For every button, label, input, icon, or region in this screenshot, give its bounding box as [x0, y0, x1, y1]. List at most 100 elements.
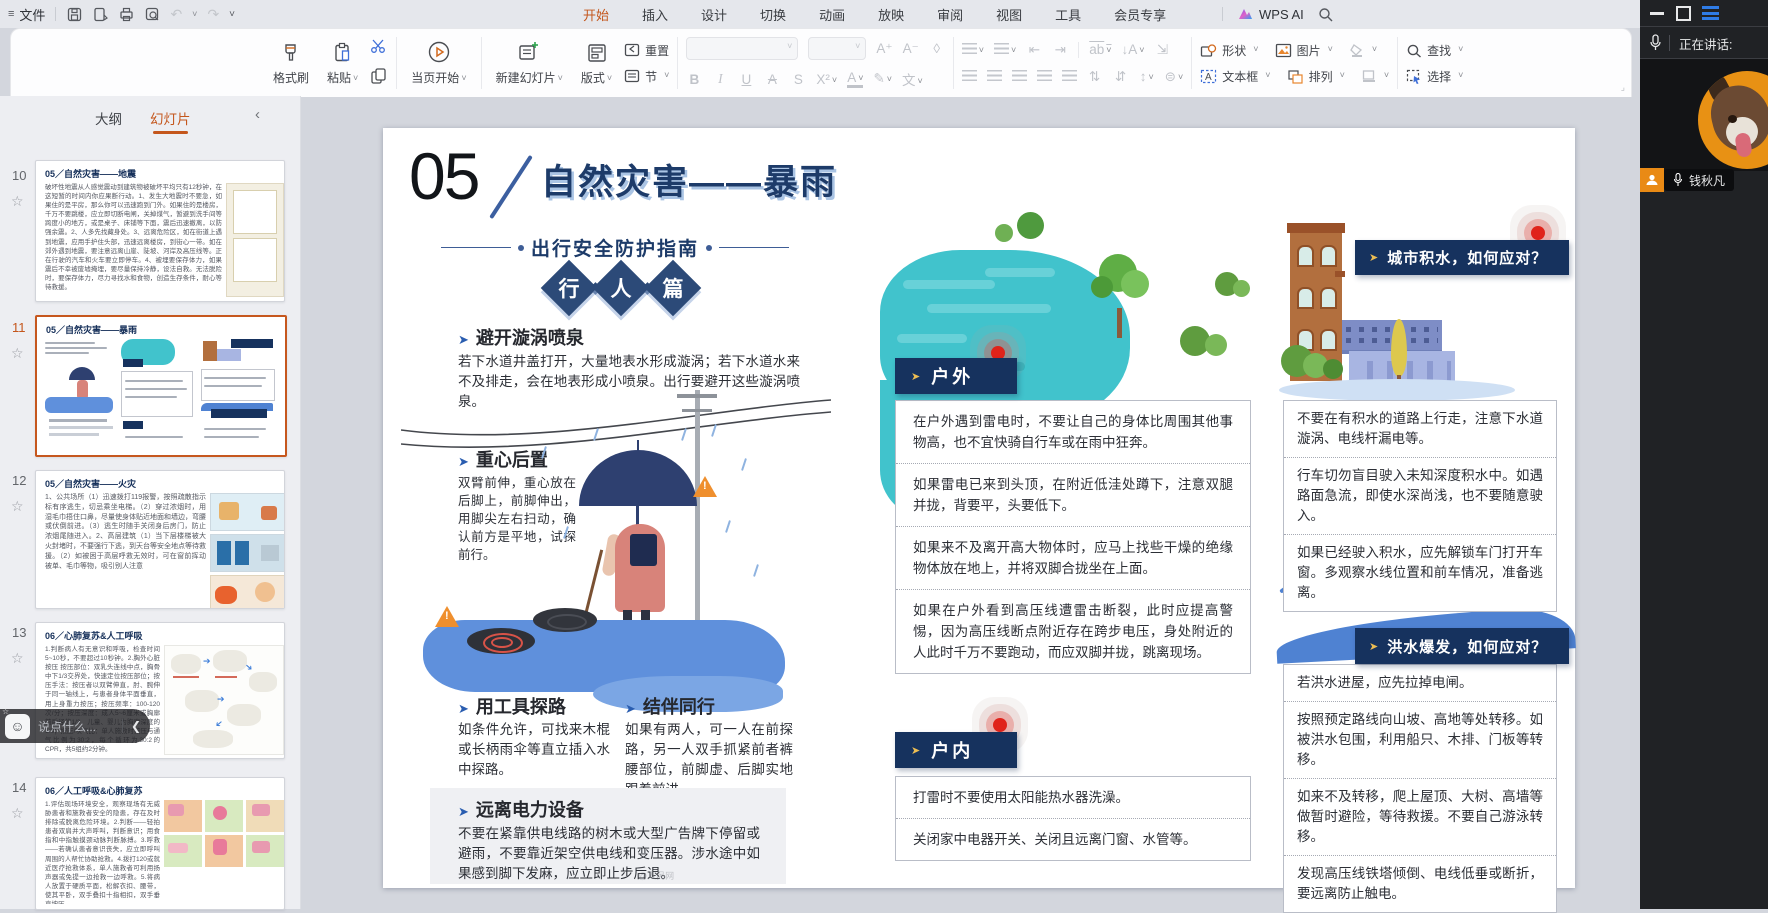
find-button[interactable]: 查找˅ — [1406, 42, 1463, 59]
indoor-box[interactable]: 打雷时不要使用太阳能热水器洗澡。 关闭家中电器开关、关闭且远离门窗、水管等。 — [895, 776, 1251, 861]
char-border-icon[interactable]: A — [764, 72, 780, 87]
font-size-combo[interactable] — [808, 37, 866, 60]
section-body-balance[interactable]: 双臂前伸，重心放在后脚上，前脚伸出，用脚尖左右扫动，确认前方是平地，试探前行。 — [458, 474, 576, 564]
tab-tools[interactable]: 工具 — [1055, 5, 1081, 24]
row-spacing-icon[interactable]: ⇅ — [1087, 69, 1103, 85]
tab-view[interactable]: 视图 — [996, 5, 1022, 24]
city-water-header[interactable]: ➤城市积水，如何应对？ — [1355, 240, 1569, 275]
tab-animation[interactable]: 动画 — [819, 5, 845, 24]
cut-button[interactable] — [370, 38, 388, 59]
bullet-list-icon[interactable]: ˅ — [962, 41, 984, 59]
strikethrough-icon[interactable]: S — [790, 72, 806, 87]
tab-insert[interactable]: 插入 — [642, 5, 668, 24]
export-icon[interactable] — [92, 6, 108, 22]
star-icon[interactable]: ☆ — [11, 805, 24, 822]
tab-slideshow[interactable]: 放映 — [878, 5, 904, 24]
emoji-icon[interactable]: ☺ — [5, 714, 30, 739]
section-button[interactable]: 节˅ — [624, 68, 669, 85]
layout-button[interactable]: 版式˅ — [575, 40, 618, 86]
copy-button[interactable] — [370, 68, 388, 89]
select-button[interactable]: 选择˅ — [1406, 68, 1463, 85]
city-water-box[interactable]: 不要在有积水的道路上行走，注意下水道漩涡、电线杆漏电等。 行车切勿盲目驶入未知深… — [1283, 400, 1557, 612]
maximize-icon[interactable] — [1676, 6, 1691, 21]
play-from-current-button[interactable]: 当页开始˅ — [405, 40, 472, 86]
minimize-icon[interactable] — [1650, 12, 1664, 15]
tab-member[interactable]: 会员专享 — [1114, 5, 1166, 24]
quick-access-caret-icon[interactable]: ˅ — [229, 9, 235, 20]
slide-thumbnail-11-selected[interactable]: 05／自然灾害——暴雨 — [35, 315, 287, 457]
undo-icon[interactable]: ↶ — [170, 6, 182, 23]
section-heading-whirlpool[interactable]: ➤避开漩涡喷泉 — [458, 324, 584, 350]
tab-review[interactable]: 审阅 — [937, 5, 963, 24]
increase-font-icon[interactable]: A⁺ — [876, 41, 892, 57]
outline-frame-button[interactable]: ˅ — [1361, 69, 1389, 83]
text-direction-icon[interactable]: ↓A˅ — [1122, 42, 1145, 57]
paste-button[interactable]: 粘贴˅ — [321, 40, 364, 86]
undo-caret-icon[interactable]: ˅ — [192, 9, 197, 19]
fill-color-button[interactable]: ˅ — [1349, 43, 1377, 57]
collapse-chat-icon[interactable]: ❮ — [122, 719, 141, 733]
tab-outline[interactable]: 大纲 — [95, 108, 122, 128]
slide-canvas[interactable]: 05 自然灾害——暴雨 出行安全防护指南 行 人 篇 ➤避开漩涡喷泉 若下水道井… — [383, 128, 1575, 888]
slide-thumbnail-14[interactable]: 06／人工呼吸&心肺复苏 1.评估现场环境安全，观察现场有无威胁患者和施救者安全… — [35, 777, 285, 910]
section-body-tool[interactable]: 如条件允许，可找来木棍或长柄雨伞等直立插入水中探路。 — [458, 720, 610, 780]
star-icon[interactable]: ☆ — [11, 650, 24, 667]
line-spacing-icon[interactable]: ↕˅ — [1139, 69, 1155, 84]
slide-section-number[interactable]: 05 — [409, 138, 478, 214]
numbered-list-icon[interactable]: ˅ — [994, 41, 1016, 59]
guide-heading[interactable]: 出行安全防护指南 — [441, 234, 789, 261]
file-menu-button[interactable]: ≡ 文件 — [8, 5, 45, 24]
align-right-icon[interactable] — [1012, 68, 1027, 86]
outdoor-header[interactable]: ➤户外 — [895, 358, 1017, 394]
underline-icon[interactable]: U — [738, 72, 754, 87]
bold-icon[interactable]: B — [686, 72, 702, 87]
font-name-combo[interactable] — [686, 37, 798, 60]
column-spacing-icon[interactable]: ⇵ — [1113, 69, 1129, 85]
tab-home[interactable]: 开始 — [583, 5, 609, 24]
picture-button[interactable]: 图片˅ — [1275, 42, 1333, 59]
star-icon[interactable]: ☆ — [11, 345, 24, 362]
decrease-indent-icon[interactable]: ⇤ — [1026, 42, 1042, 58]
section-heading-balance[interactable]: ➤重心后置 — [458, 446, 548, 472]
ribbon-expand-icon[interactable]: ⌟ — [1621, 82, 1625, 93]
highlight-icon[interactable]: ✎˅ — [873, 71, 892, 87]
textbox-button[interactable]: A 文本框˅ — [1200, 68, 1270, 85]
wps-ai-button[interactable]: WPS AI — [1237, 7, 1304, 22]
flood-header[interactable]: ➤洪水爆发，如何应对？ — [1355, 628, 1569, 664]
slide-title[interactable]: 自然灾害——暴雨 — [541, 154, 837, 205]
collapse-panel-icon[interactable]: ‹ — [255, 106, 260, 123]
increase-indent-icon[interactable]: ⇥ — [1052, 42, 1068, 58]
clear-format-icon[interactable]: ◊ — [929, 41, 945, 56]
star-icon[interactable]: ☆ — [11, 193, 24, 210]
outdoor-box[interactable]: 在户外遇到雷电时，不要让自己的身体比周围其他事物高，也不宜快骑自行车或在雨中狂奔… — [895, 400, 1251, 674]
new-slide-button[interactable]: 新建幻灯片˅ — [490, 40, 569, 86]
align-left-icon[interactable] — [962, 68, 977, 86]
slide-thumbnail-10[interactable]: 05／自然灾害——地震 破坏性地震从人感觉震动到建筑物被破坏平均只有12秒钟，在… — [35, 160, 285, 302]
format-painter-button[interactable]: 格式刷 — [267, 40, 315, 86]
phonetic-icon[interactable]: 文˅ — [902, 69, 923, 89]
justify-icon[interactable] — [1037, 68, 1052, 86]
distribute-icon[interactable] — [1062, 68, 1077, 86]
star-icon[interactable]: ☆ — [11, 498, 24, 515]
chat-input-placeholder[interactable]: 说点什么... — [38, 718, 96, 735]
italic-icon[interactable]: I — [712, 71, 728, 87]
align-center-icon[interactable] — [987, 68, 1002, 86]
reset-button[interactable]: 重置 — [624, 42, 669, 59]
section-heading-companion[interactable]: ➤结伴同行 — [625, 693, 715, 719]
meeting-menu-icon[interactable] — [1702, 6, 1719, 23]
tab-transition[interactable]: 切换 — [760, 5, 786, 24]
meeting-chat-pill[interactable]: ☺ 说点什么... ❮ — [0, 709, 150, 743]
shapes-button[interactable]: 形状˅ — [1200, 42, 1258, 59]
print-preview-icon[interactable] — [144, 6, 160, 22]
speaker-video-tile[interactable] — [1640, 59, 1768, 171]
power-equipment-box[interactable]: ➤远离电力设备 不要在紧靠供电线路的树木或大型广告牌下停留或避雨，不要靠近架空供… — [430, 788, 786, 884]
paragraph-panel-icon[interactable]: ⇲ — [1155, 42, 1171, 58]
search-icon[interactable] — [1318, 7, 1333, 22]
text-align-vertical-icon[interactable]: ⊜˅ — [1165, 69, 1184, 85]
font-color-icon[interactable]: A˅ — [847, 70, 863, 88]
redo-icon[interactable]: ↷ — [207, 6, 219, 23]
slide-thumbnail-12[interactable]: 05／自然灾害——火灾 1、公共场所（1）迅速拨打119报警，按照疏散指示标有序… — [35, 470, 285, 609]
indoor-header[interactable]: ➤户内 — [895, 732, 1017, 768]
pinyin-guide-icon[interactable]: ab˅ — [1089, 42, 1111, 57]
arrange-button[interactable]: 排列˅ — [1287, 68, 1345, 85]
